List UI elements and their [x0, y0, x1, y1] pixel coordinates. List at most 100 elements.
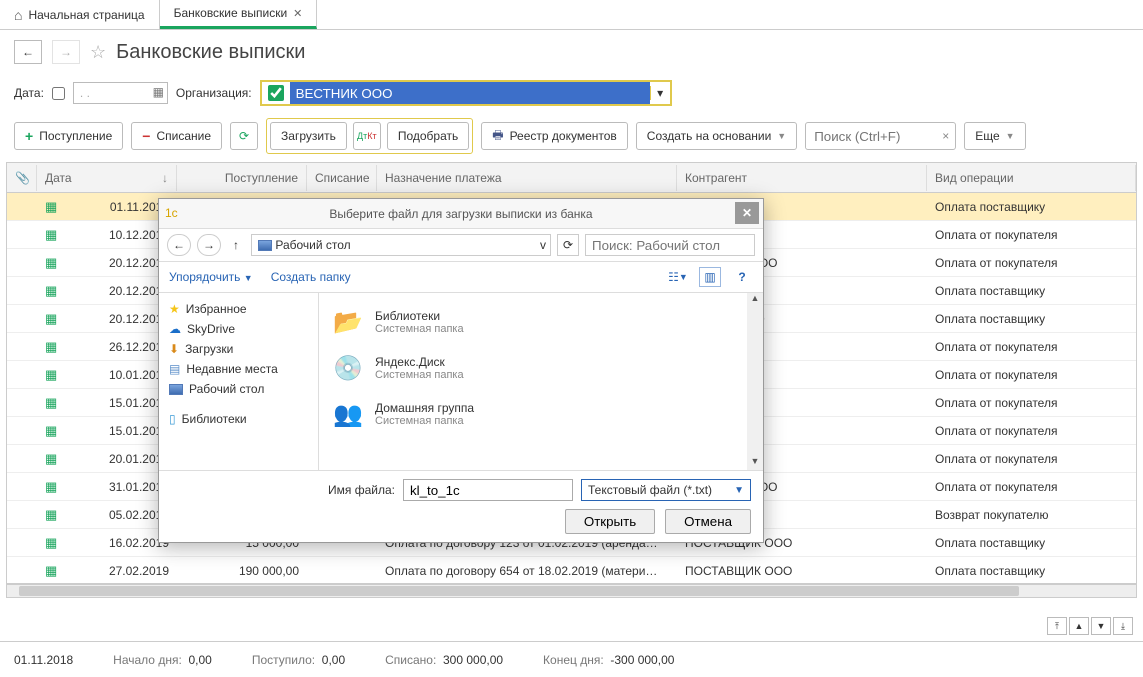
create-based-button[interactable]: Создать на основании▼: [636, 122, 797, 150]
refresh-button[interactable]: ⟳: [230, 122, 258, 150]
sidebar-downloads[interactable]: ⬇Загрузки: [163, 339, 314, 359]
document-icon: ▦: [45, 535, 57, 551]
filetype-select[interactable]: Текстовый файл (*.txt) ▼: [581, 479, 751, 501]
col-type[interactable]: Вид операции: [927, 165, 1136, 191]
file-open-dialog: 1c Выберите файл для загрузки выписки из…: [158, 198, 764, 543]
calendar-icon[interactable]: ▦: [153, 85, 164, 99]
monitor-icon: [258, 240, 272, 251]
row-nav-top[interactable]: ⤒: [1047, 617, 1067, 635]
dialog-refresh-button[interactable]: ⟳: [557, 234, 579, 256]
new-folder-button[interactable]: Создать папку: [271, 270, 351, 284]
app-logo-icon: 1c: [165, 206, 178, 220]
dialog-search-input[interactable]: [585, 234, 755, 256]
dialog-nav: ← → ↑ Рабочий стол v ⟳: [159, 229, 763, 262]
nav-back-button[interactable]: ←: [14, 40, 42, 64]
org-label: Организация:: [176, 86, 252, 100]
page-title: Банковские выписки: [116, 41, 305, 64]
view-mode-button[interactable]: ☷ ▼: [667, 267, 689, 287]
library-icon: ▯: [169, 412, 176, 426]
status-out-value: 300 000,00: [443, 653, 503, 667]
nav-forward-button[interactable]: →: [52, 40, 80, 64]
preview-pane-button[interactable]: ▥: [699, 267, 721, 287]
row-nav-down[interactable]: ▼: [1091, 617, 1111, 635]
open-button[interactable]: Открыть: [565, 509, 655, 534]
folder-item[interactable]: 📂БиблиотекиСистемная папка: [325, 299, 757, 345]
row-nav-bottom[interactable]: ⤓: [1113, 617, 1133, 635]
sidebar-libraries[interactable]: ▯Библиотеки: [163, 409, 314, 429]
date-filter-checkbox[interactable]: [52, 87, 65, 100]
toolbar: +Поступление −Списание ⟳ Загрузить ДтКт …: [0, 112, 1143, 160]
writeoff-button[interactable]: −Списание: [131, 122, 222, 150]
favorite-icon[interactable]: ☆: [90, 42, 106, 63]
dialog-titlebar[interactable]: 1c Выберите файл для загрузки выписки из…: [159, 199, 763, 229]
load-button[interactable]: Загрузить: [270, 122, 347, 150]
org-input[interactable]: [290, 82, 650, 104]
org-dropdown-icon[interactable]: ▾: [650, 86, 670, 100]
document-icon: ▦: [45, 339, 57, 355]
document-icon: ▦: [45, 563, 57, 579]
dialog-path-input[interactable]: Рабочий стол v: [251, 234, 551, 256]
more-button[interactable]: Еще▼: [964, 122, 1025, 150]
status-end-value: -300 000,00: [610, 653, 674, 667]
row-nav: ⤒ ▲ ▼ ⤓: [1047, 617, 1133, 635]
status-out-label: Списано:: [385, 653, 436, 667]
dialog-forward-button[interactable]: →: [197, 234, 221, 256]
tab-home[interactable]: ⌂ Начальная страница: [0, 0, 160, 29]
horizontal-scrollbar[interactable]: [6, 584, 1137, 598]
col-agent[interactable]: Контрагент: [677, 165, 927, 191]
close-tab-icon[interactable]: ✕: [293, 7, 302, 20]
table-row[interactable]: ▦ 27.02.2019190 000,00Оплата по договору…: [7, 557, 1136, 583]
folder-icon: 👥: [329, 397, 367, 431]
sidebar-skydrive[interactable]: ☁SkyDrive: [163, 319, 314, 339]
scroll-down-icon[interactable]: ▼: [747, 456, 763, 470]
document-icon: ▦: [45, 311, 57, 327]
col-out[interactable]: Списание: [307, 165, 377, 191]
col-attach[interactable]: 📎: [7, 165, 37, 191]
col-date[interactable]: Дата↓: [37, 165, 177, 191]
pick-button[interactable]: Подобрать: [387, 122, 469, 150]
table-header: 📎 Дата↓ Поступление Списание Назначение …: [7, 163, 1136, 193]
dialog-sidebar: ★Избранное ☁SkyDrive ⬇Загрузки ▤Недавние…: [159, 293, 319, 470]
recent-icon: ▤: [169, 362, 180, 376]
help-button[interactable]: ?: [731, 267, 753, 287]
folder-item[interactable]: 👥Домашняя группаСистемная папка: [325, 391, 757, 437]
search-clear-icon[interactable]: ×: [936, 129, 955, 143]
load-group: Загрузить ДтКт Подобрать: [266, 118, 473, 154]
dialog-footer: Имя файла: Текстовый файл (*.txt) ▼ Откр…: [159, 470, 763, 542]
scroll-up-icon[interactable]: ▲: [747, 293, 763, 307]
document-icon: ▦: [45, 227, 57, 243]
paperclip-icon: 📎: [15, 171, 30, 185]
date-filter-input[interactable]: . . ▦: [73, 82, 168, 104]
sidebar-desktop[interactable]: Рабочий стол: [163, 379, 314, 399]
sidebar-favorites[interactable]: ★Избранное: [163, 299, 314, 319]
receipt-button[interactable]: +Поступление: [14, 122, 123, 150]
col-desc[interactable]: Назначение платежа: [377, 165, 677, 191]
search-input[interactable]: [806, 125, 936, 148]
sidebar-recent[interactable]: ▤Недавние места: [163, 359, 314, 379]
document-icon: ▦: [45, 367, 57, 383]
dialog-close-button[interactable]: ✕: [735, 202, 759, 224]
dialog-up-button[interactable]: ↑: [227, 238, 245, 252]
col-in[interactable]: Поступление: [177, 165, 307, 191]
dialog-scrollbar[interactable]: ▲ ▼: [747, 293, 763, 470]
scrollbar-thumb[interactable]: [19, 586, 1019, 596]
dialog-file-list[interactable]: 📂БиблиотекиСистемная папка💿Яндекс.ДискСи…: [319, 293, 763, 470]
tab-bar: ⌂ Начальная страница Банковские выписки …: [0, 0, 1143, 30]
path-dropdown-icon[interactable]: v: [540, 238, 546, 252]
document-icon: ▦: [45, 451, 57, 467]
cloud-icon: ☁: [169, 322, 181, 336]
organize-button[interactable]: Упорядочить ▼: [169, 270, 253, 284]
dtct-button[interactable]: ДтКт: [353, 122, 381, 150]
folder-item[interactable]: 💿Яндекс.ДискСистемная папка: [325, 345, 757, 391]
filename-input[interactable]: [403, 479, 573, 501]
org-filter-checkbox[interactable]: [268, 85, 284, 101]
org-field: ▾: [260, 80, 672, 106]
document-icon: ▦: [45, 395, 57, 411]
dialog-back-button[interactable]: ←: [167, 234, 191, 256]
tab-bank-statements[interactable]: Банковские выписки ✕: [160, 0, 318, 29]
cancel-button[interactable]: Отмена: [665, 509, 751, 534]
row-nav-up[interactable]: ▲: [1069, 617, 1089, 635]
date-label: Дата:: [14, 86, 44, 100]
document-icon: ▦: [45, 479, 57, 495]
registry-button[interactable]: 🖶Реестр документов: [481, 122, 628, 150]
